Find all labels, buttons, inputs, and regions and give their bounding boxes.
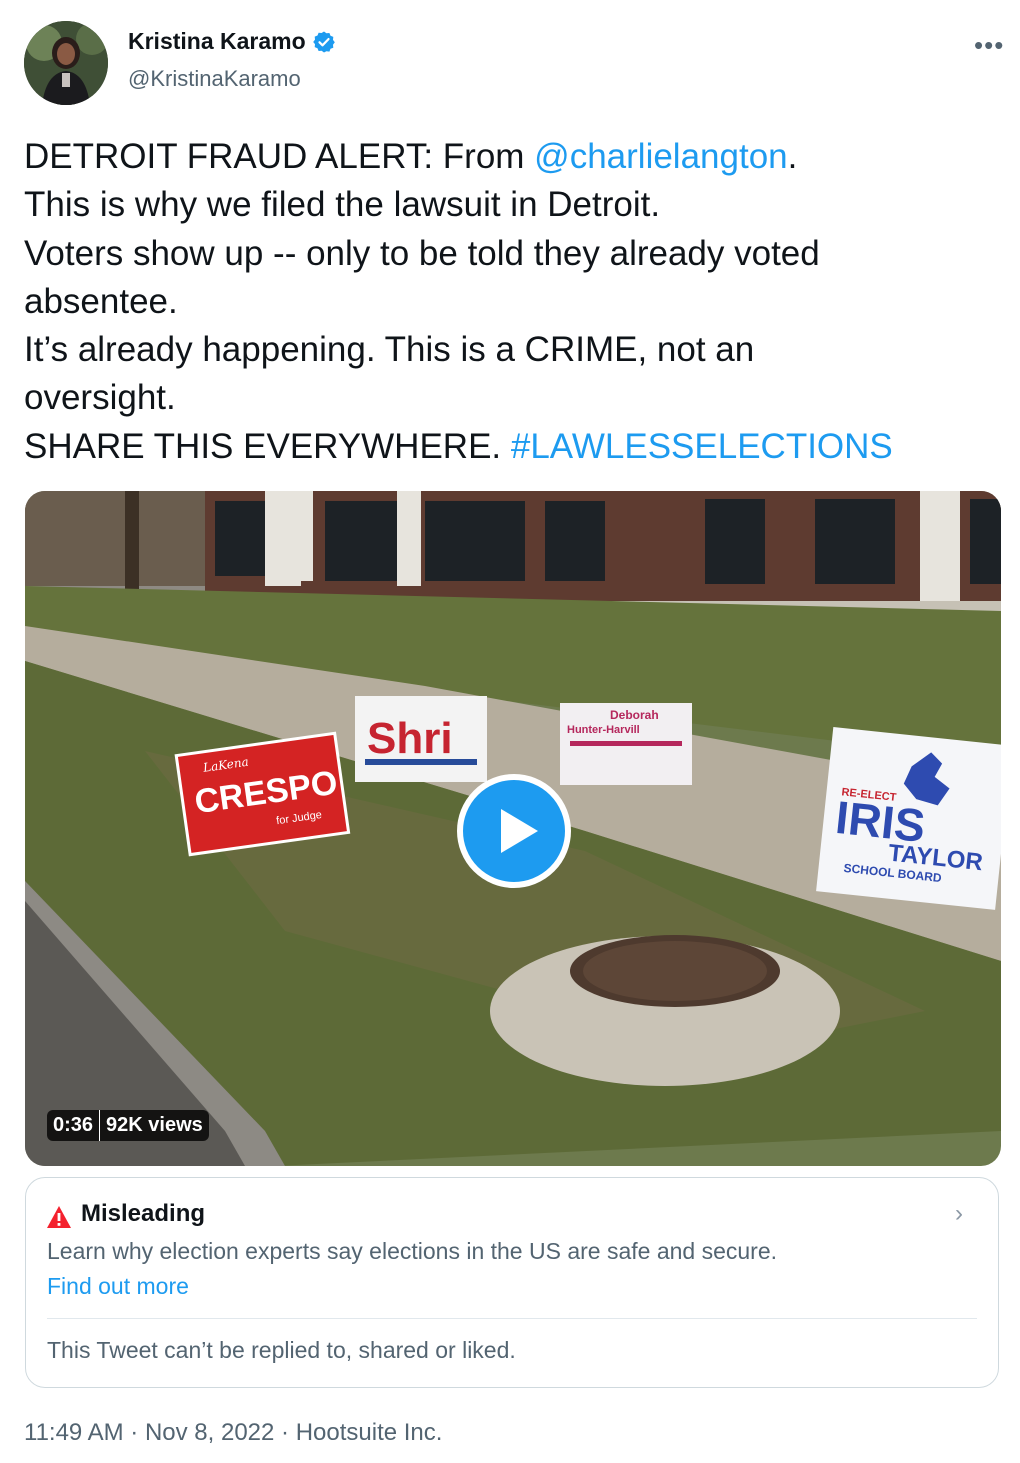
more-horizontal-icon[interactable]: ••• [974,30,1004,61]
hashtag-link[interactable]: #LAWLESSELECTIONS [511,427,893,466]
find-out-more-link[interactable]: Find out more [47,1273,189,1300]
video-stats: 0:36 92K views [47,1110,209,1141]
tweet-line-1: DETROIT FRAUD ALERT: From @charlielangto… [24,133,999,181]
avatar[interactable] [24,21,108,105]
tweet-text: DETROIT FRAUD ALERT: From @charlielangto… [24,133,999,471]
video-views: 92K views [99,1110,209,1141]
notice-description: Learn why election experts say elections… [47,1238,778,1264]
tweet-timestamp[interactable]: 11:49 AM · Nov 8, 2022 · Hootsuite Inc. [24,1419,442,1447]
play-icon[interactable] [456,773,572,889]
author-name[interactable]: Kristina Karamo [128,28,306,55]
verified-badge-icon [312,30,336,54]
tweet-line-7-prefix: SHARE THIS EVERYWHERE. [24,426,511,466]
tweet-line-6: oversight. [24,378,176,418]
chevron-right-icon[interactable]: › [955,1200,963,1228]
tweet-line-1-prefix: DETROIT FRAUD ALERT: From [24,137,535,176]
tweet-line-2: This is why we filed the lawsuit in Detr… [24,185,661,225]
mention-link[interactable]: @charlielangton [534,137,787,176]
video-duration: 0:36 [53,1114,94,1136]
tweet-line-4: absentee. [24,281,178,321]
tweet-line-7: SHARE THIS EVERYWHERE. #LAWLESSELECTIONS [24,423,999,471]
sign-deborah-line1: Deborah [610,708,659,722]
sign-shri: Shri [367,714,453,763]
restriction-note: This Tweet can’t be replied to, shared o… [47,1337,516,1363]
misleading-notice[interactable]: Misleading › Learn why election experts … [25,1177,999,1388]
tweet-line-3: Voters show up -- only to be told they a… [24,233,820,273]
divider [47,1318,977,1319]
sign-deborah-line2: Hunter-Harvill [567,724,640,736]
warning-icon [46,1205,72,1229]
tweet-line-5: It’s already happening. This is a CRIME,… [24,330,755,370]
notice-title: Misleading [81,1200,206,1227]
tweet-line-1-suffix: . [787,137,798,176]
author-handle[interactable]: @KristinaKaramo [128,66,301,92]
